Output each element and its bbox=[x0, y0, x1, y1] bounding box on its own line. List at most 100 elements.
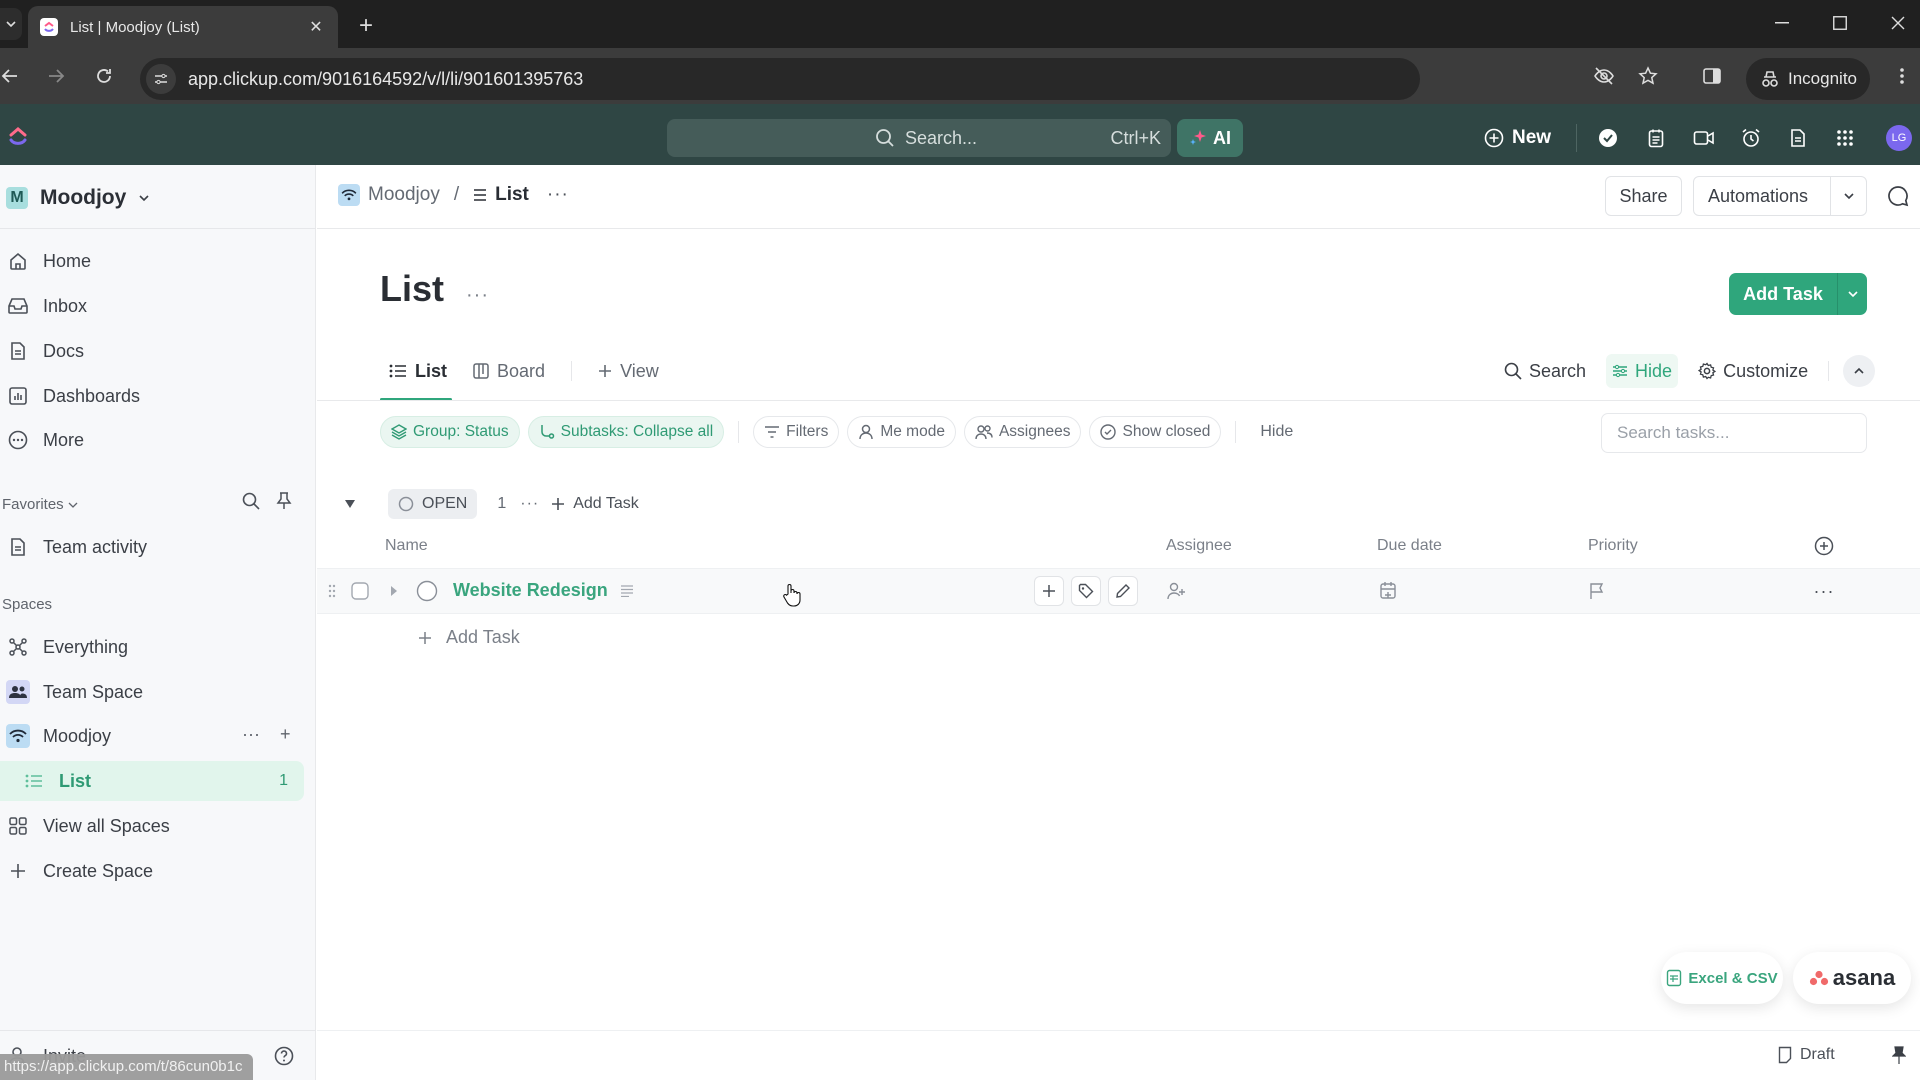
group-add-task-button[interactable]: Add Task bbox=[551, 495, 639, 513]
pin-icon[interactable] bbox=[276, 492, 292, 510]
add-task-button[interactable]: Add Task bbox=[1729, 273, 1867, 315]
task-checkbox[interactable] bbox=[350, 580, 370, 602]
rename-task-button[interactable] bbox=[1108, 576, 1138, 606]
sidebar-item-home[interactable]: Home bbox=[6, 241, 306, 281]
tab-list[interactable]: List bbox=[389, 356, 447, 386]
import-excel-csv-button[interactable]: Excel & CSV bbox=[1661, 952, 1783, 1004]
tab-search-button[interactable] bbox=[0, 8, 22, 40]
breadcrumb-current[interactable]: List bbox=[473, 184, 529, 206]
sidebar-item-team-activity[interactable]: Team activity bbox=[6, 527, 306, 567]
column-header-assignee[interactable]: Assignee bbox=[1166, 537, 1232, 555]
check-circle-icon[interactable] bbox=[1594, 124, 1622, 152]
inline-add-task-button[interactable]: Add Task bbox=[418, 627, 520, 648]
pin-icon[interactable] bbox=[1892, 1046, 1906, 1064]
favorites-header[interactable]: Favorites bbox=[2, 496, 78, 513]
search-tasks-input[interactable] bbox=[1601, 413, 1867, 453]
tab-close-icon[interactable]: ✕ bbox=[306, 17, 326, 37]
user-avatar[interactable]: LG bbox=[1886, 125, 1912, 151]
expand-subtasks-icon[interactable] bbox=[388, 580, 400, 602]
chat-icon[interactable] bbox=[1887, 185, 1909, 207]
view-search-button[interactable]: Search bbox=[1498, 354, 1592, 388]
filters-chip[interactable]: Filters bbox=[753, 416, 840, 448]
group-more-icon[interactable]: ··· bbox=[520, 495, 539, 513]
customize-button[interactable]: Customize bbox=[1692, 354, 1814, 388]
task-name[interactable]: Website Redesign bbox=[453, 580, 608, 601]
workspace-switcher[interactable]: M Moodjoy bbox=[6, 186, 150, 210]
assignees-chip[interactable]: Assignees bbox=[963, 416, 1082, 448]
task-more-icon[interactable]: ··· bbox=[1812, 580, 1836, 602]
sidebar-item-create-space[interactable]: Create Space bbox=[6, 851, 306, 891]
breadcrumb-more-icon[interactable]: ··· bbox=[547, 184, 569, 206]
import-asana-button[interactable]: asana bbox=[1793, 952, 1911, 1004]
site-settings-icon[interactable] bbox=[146, 64, 176, 94]
new-button[interactable]: New bbox=[1484, 124, 1551, 152]
status-pill-open[interactable]: OPEN bbox=[388, 489, 478, 519]
add-subtask-button[interactable] bbox=[1034, 576, 1064, 606]
sidebar-item-team-space[interactable]: Team Space bbox=[6, 672, 306, 712]
reload-button[interactable] bbox=[90, 62, 118, 90]
assign-user-icon[interactable] bbox=[1166, 580, 1188, 602]
automations-button[interactable]: Automations bbox=[1693, 176, 1867, 216]
sidebar-item-view-all-spaces[interactable]: View all Spaces bbox=[6, 806, 306, 846]
tab-board[interactable]: Board bbox=[473, 356, 545, 386]
view-hide-button[interactable]: Hide bbox=[1606, 354, 1679, 388]
drag-handle-icon[interactable] bbox=[326, 580, 338, 602]
help-icon[interactable] bbox=[274, 1046, 294, 1066]
add-column-icon[interactable] bbox=[1814, 536, 1834, 556]
minimize-button[interactable] bbox=[1762, 8, 1802, 38]
doc-icon[interactable] bbox=[1784, 124, 1812, 152]
address-bar[interactable]: app.clickup.com/9016164592/v/l/li/901601… bbox=[140, 58, 1420, 100]
column-header-due-date[interactable]: Due date bbox=[1377, 537, 1442, 555]
me-mode-chip[interactable]: Me mode bbox=[847, 416, 956, 448]
title-more-icon[interactable]: ··· bbox=[466, 284, 489, 307]
side-panel-icon[interactable] bbox=[1698, 62, 1726, 90]
caret-down-icon[interactable] bbox=[344, 499, 356, 509]
collapse-header-button[interactable] bbox=[1843, 355, 1876, 387]
alarm-icon[interactable] bbox=[1737, 124, 1765, 152]
set-due-date-icon[interactable] bbox=[1377, 580, 1399, 602]
app-search-bar[interactable]: Search... Ctrl+K bbox=[667, 119, 1171, 157]
notepad-icon[interactable] bbox=[1642, 124, 1670, 152]
browser-tab-active[interactable]: List | Moodjoy (List) ✕ bbox=[28, 6, 338, 48]
sidebar-item-list[interactable]: List 1 bbox=[22, 761, 298, 801]
new-tab-button[interactable]: + bbox=[352, 12, 380, 40]
eye-off-icon[interactable] bbox=[1590, 62, 1618, 90]
add-task-dropdown[interactable] bbox=[1837, 273, 1867, 315]
clickup-logo-icon[interactable] bbox=[8, 126, 28, 148]
browser-menu-icon[interactable] bbox=[1888, 62, 1916, 90]
hide-filters-button[interactable]: Hide bbox=[1260, 423, 1293, 441]
sidebar-item-dashboards[interactable]: Dashboards bbox=[6, 376, 306, 416]
set-priority-flag-icon[interactable] bbox=[1586, 580, 1608, 602]
column-header-priority[interactable]: Priority bbox=[1588, 537, 1638, 555]
forward-button[interactable] bbox=[42, 62, 70, 90]
close-window-button[interactable] bbox=[1878, 8, 1918, 38]
show-closed-chip[interactable]: Show closed bbox=[1089, 416, 1222, 448]
space-more-icon[interactable]: ··· bbox=[242, 724, 260, 745]
sidebar-item-inbox[interactable]: Inbox bbox=[6, 286, 306, 326]
sidebar-item-docs[interactable]: Docs bbox=[6, 331, 306, 371]
column-header-name[interactable]: Name bbox=[385, 537, 428, 555]
maximize-button[interactable] bbox=[1820, 8, 1860, 38]
sidebar-item-label: Team Space bbox=[43, 681, 144, 702]
group-status-chip[interactable]: Group: Status bbox=[380, 416, 520, 448]
bookmark-star-icon[interactable] bbox=[1634, 62, 1662, 90]
draft-button[interactable]: Draft bbox=[1778, 1046, 1835, 1064]
breadcrumb-space[interactable]: Moodjoy bbox=[368, 184, 440, 206]
sidebar-item-everything[interactable]: Everything bbox=[6, 627, 306, 667]
apps-grid-icon[interactable] bbox=[1831, 124, 1859, 152]
search-icon[interactable] bbox=[242, 492, 260, 510]
task-name-link[interactable]: Website Redesign bbox=[453, 580, 634, 601]
video-icon[interactable] bbox=[1690, 124, 1718, 152]
add-view-button[interactable]: View bbox=[598, 356, 659, 386]
incognito-indicator[interactable]: Incognito bbox=[1746, 58, 1870, 100]
ai-button[interactable]: AI bbox=[1177, 119, 1243, 157]
subtasks-chip[interactable]: Subtasks: Collapse all bbox=[527, 416, 725, 448]
sidebar-item-label: Inbox bbox=[43, 295, 88, 316]
task-status-icon[interactable] bbox=[415, 580, 439, 602]
add-tag-button[interactable] bbox=[1071, 576, 1101, 606]
back-button[interactable] bbox=[0, 62, 24, 90]
sidebar-item-more[interactable]: More bbox=[6, 420, 306, 460]
share-button[interactable]: Share bbox=[1605, 176, 1682, 216]
automations-dropdown[interactable] bbox=[1830, 177, 1866, 215]
space-add-icon[interactable]: + bbox=[280, 724, 291, 745]
